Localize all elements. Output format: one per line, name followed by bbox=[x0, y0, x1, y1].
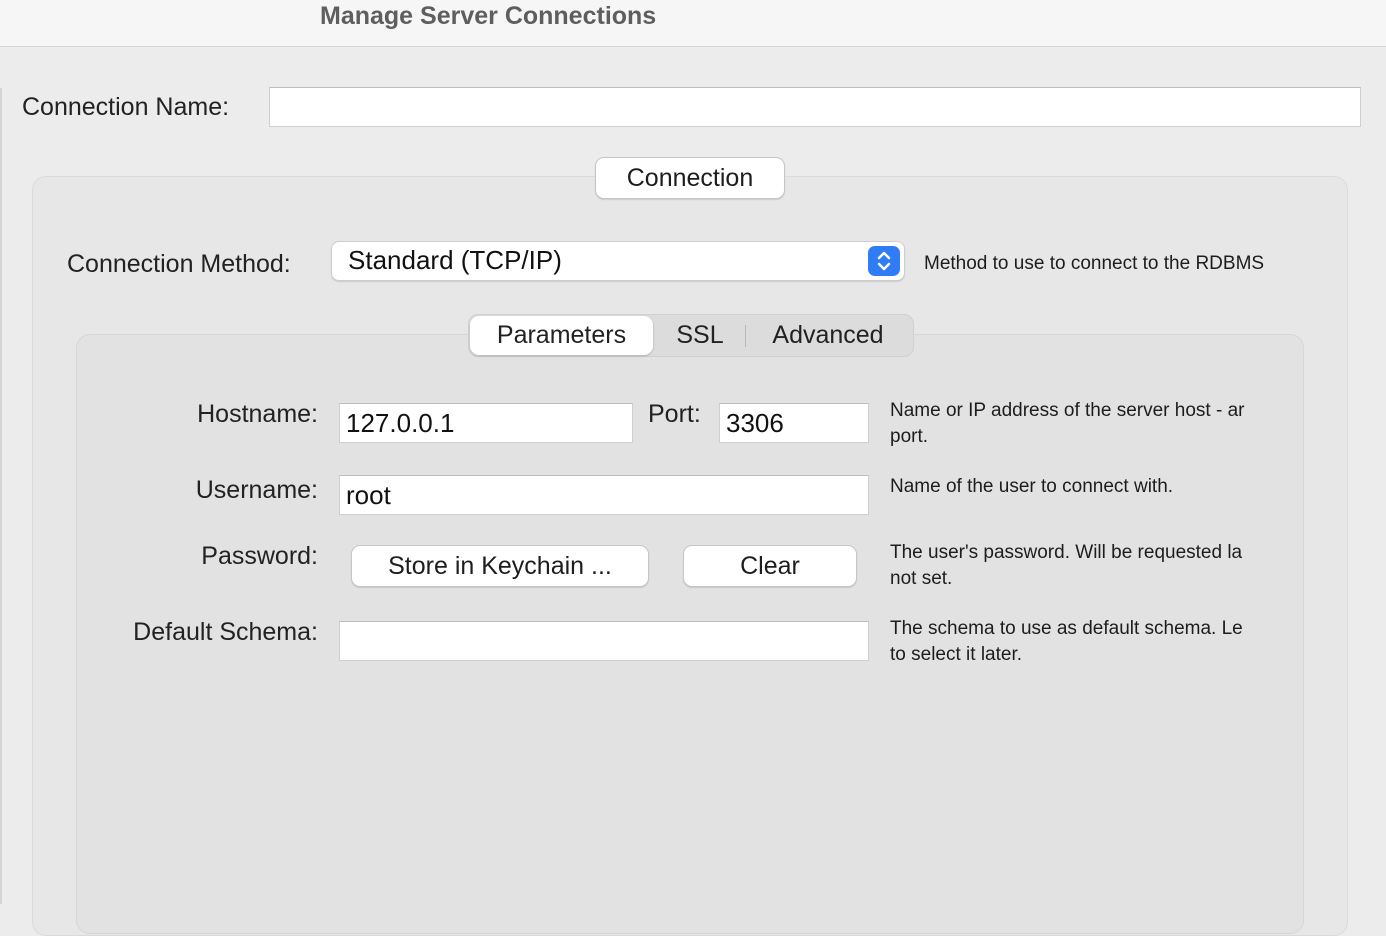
window-title: Manage Server Connections bbox=[320, 2, 657, 30]
connection-method-help: Method to use to connect to the RDBMS bbox=[924, 253, 1265, 274]
port-label: Port: bbox=[648, 400, 701, 428]
tab-parameters[interactable]: Parameters bbox=[470, 316, 653, 355]
hostname-help-line2: port. bbox=[890, 426, 929, 447]
username-help: Name of the user to connect with. bbox=[890, 476, 1174, 497]
default-schema-label: Default Schema: bbox=[133, 618, 318, 646]
clear-password-label: Clear bbox=[740, 552, 800, 580]
hostname-input[interactable]: 127.0.0.1 bbox=[339, 403, 633, 443]
store-in-keychain-button[interactable]: Store in Keychain ... bbox=[351, 545, 649, 587]
select-stepper-icon bbox=[868, 246, 900, 276]
tab-divider bbox=[745, 325, 746, 347]
password-label: Password: bbox=[201, 542, 318, 570]
connection-group-tab[interactable]: Connection bbox=[595, 157, 785, 199]
hostname-help-line1: Name or IP address of the server host - … bbox=[890, 400, 1245, 421]
tab-bar: Parameters SSL Advanced bbox=[468, 314, 914, 357]
connection-name-input[interactable] bbox=[269, 87, 1361, 127]
connection-method-label: Connection Method: bbox=[67, 250, 291, 278]
hostname-label: Hostname: bbox=[197, 400, 318, 428]
password-help-line2: not set. bbox=[890, 568, 953, 589]
default-schema-help-line1: The schema to use as default schema. Le bbox=[890, 618, 1243, 639]
clear-password-button[interactable]: Clear bbox=[683, 545, 857, 587]
username-label: Username: bbox=[195, 476, 318, 504]
left-divider bbox=[0, 88, 2, 904]
port-input[interactable]: 3306 bbox=[719, 403, 869, 443]
title-bar: Manage Server Connections bbox=[0, 0, 1386, 47]
store-in-keychain-label: Store in Keychain ... bbox=[388, 552, 612, 580]
password-help-line1: The user's password. Will be requested l… bbox=[890, 542, 1243, 563]
tab-advanced[interactable]: Advanced bbox=[751, 315, 905, 356]
connection-method-select[interactable]: Standard (TCP/IP) bbox=[331, 241, 905, 281]
default-schema-help-line2: to select it later. bbox=[890, 644, 1023, 665]
connection-group-tab-label: Connection bbox=[626, 164, 754, 192]
username-input[interactable]: root bbox=[339, 475, 869, 515]
connection-name-label: Connection Name: bbox=[22, 93, 230, 121]
tab-ssl[interactable]: SSL bbox=[659, 315, 741, 356]
default-schema-input[interactable] bbox=[339, 621, 869, 661]
connection-method-value: Standard (TCP/IP) bbox=[348, 245, 562, 275]
